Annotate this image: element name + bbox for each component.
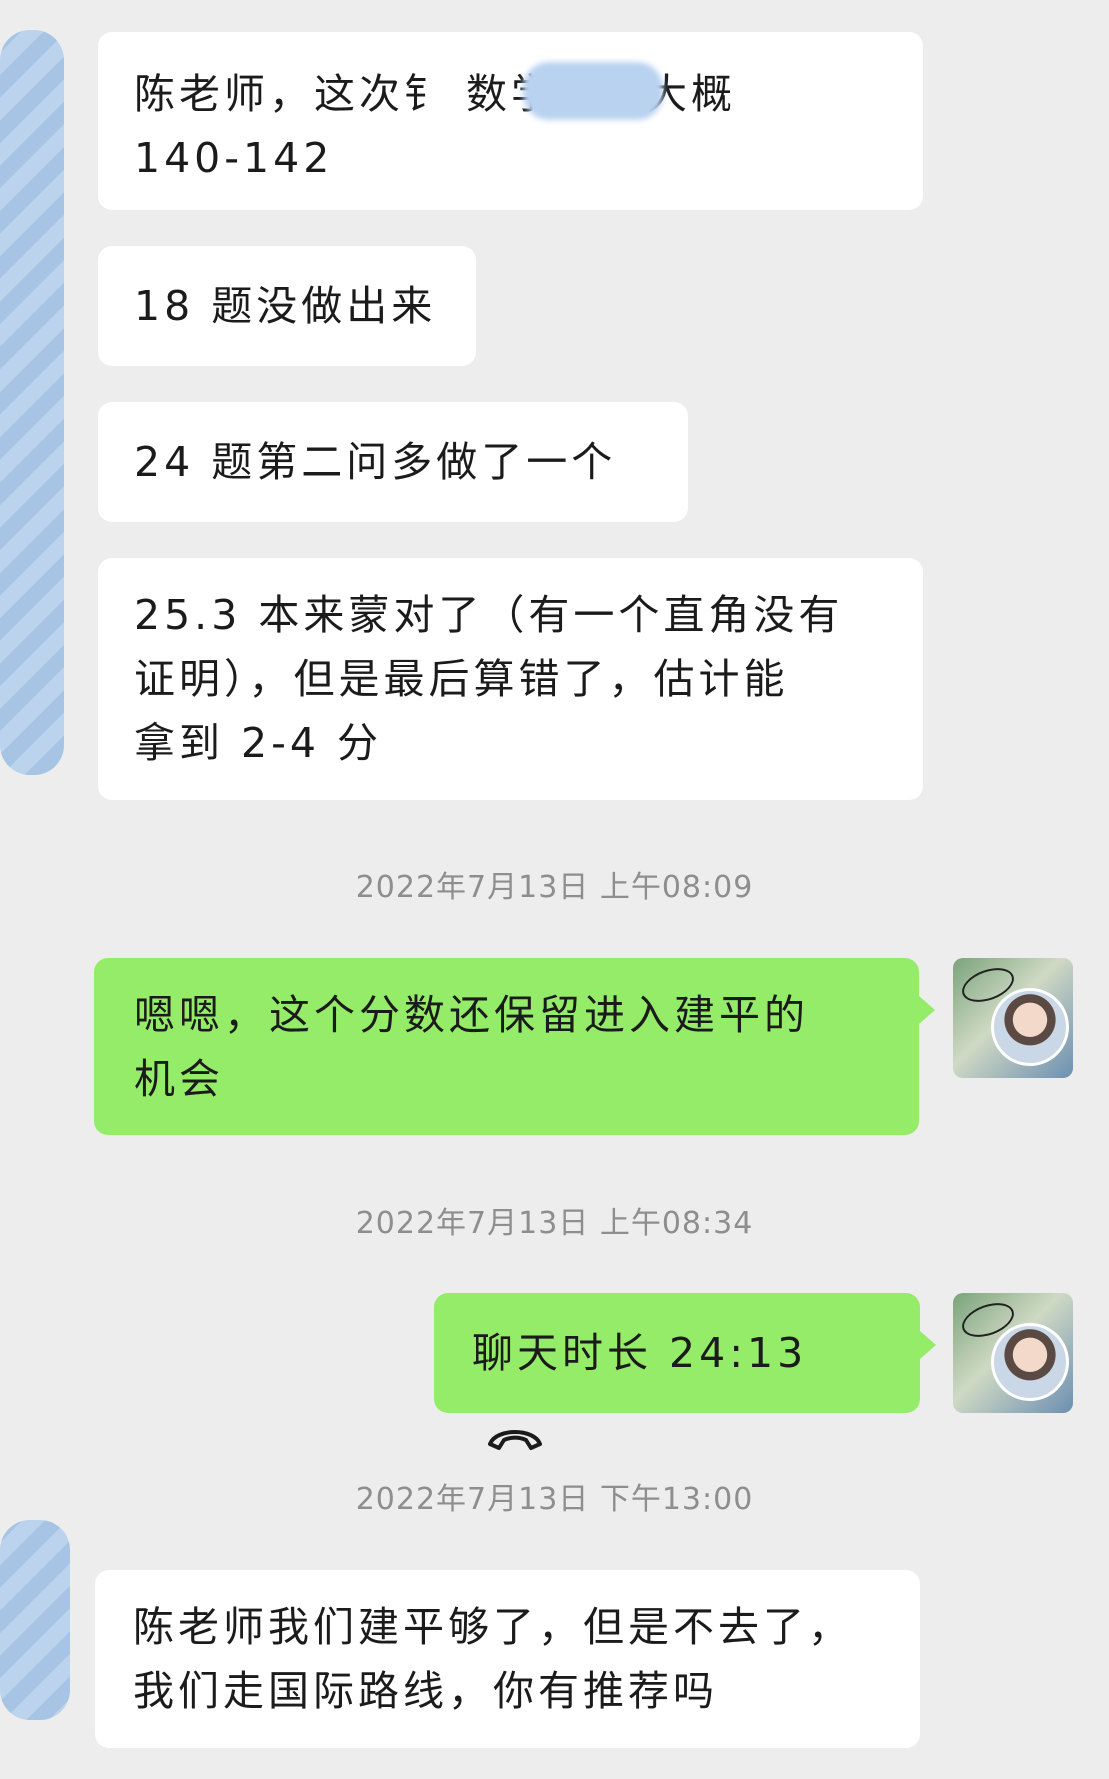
message-bubble-incoming[interactable]: 24 题第二问多做了一个 xyxy=(98,402,688,522)
phone-hangup-icon xyxy=(486,1404,544,1450)
redaction-mask xyxy=(523,62,663,120)
avatar-photo xyxy=(991,988,1069,1066)
message-bubble-incoming[interactable]: 陈老师我们建平够了，但是不去了， 我们走国际路线，你有推荐吗 xyxy=(95,1570,920,1748)
contact-avatar-blurred[interactable] xyxy=(0,1520,70,1720)
message-bubble-incoming[interactable]: 陈老师，这次钅 数学估分大概 140-142 xyxy=(98,32,923,210)
message-bubble-incoming[interactable]: 25.3 本来蒙对了（有一个直角没有 证明），但是最后算错了，估计能 拿到 2-… xyxy=(98,558,923,800)
call-duration-label: 聊天时长 24:13 xyxy=(472,1329,808,1377)
message-bubble-incoming[interactable]: 18 题没做出来 xyxy=(98,246,476,366)
timestamp: 2022年7月13日 下午13:00 xyxy=(355,1482,754,1517)
contact-avatar-blurred[interactable] xyxy=(0,30,64,775)
user-avatar[interactable] xyxy=(953,958,1073,1078)
call-record-bubble[interactable]: 聊天时长 24:13 xyxy=(434,1293,936,1450)
avatar-photo xyxy=(991,1323,1069,1401)
message-text: 陈老师我们建平够了，但是不去了， 我们走国际路线，你有推荐吗 xyxy=(133,1603,853,1715)
user-avatar[interactable] xyxy=(953,1293,1073,1413)
timestamp: 2022年7月13日 上午08:09 xyxy=(355,870,754,905)
message-text: 24 题第二问多做了一个 xyxy=(134,438,617,486)
message-text: 陈老师，这次钅 数学估分大概 140-142 xyxy=(134,70,732,182)
message-text: 25.3 本来蒙对了（有一个直角没有 证明），但是最后算错了，估计能 拿到 2-… xyxy=(134,591,844,767)
message-text: 18 题没做出来 xyxy=(134,282,437,330)
timestamp: 2022年7月13日 上午08:34 xyxy=(355,1206,754,1241)
message-text: 嗯嗯，这个分数还保留进入建平的 机会 xyxy=(134,991,809,1103)
message-bubble-outgoing[interactable]: 嗯嗯，这个分数还保留进入建平的 机会 xyxy=(94,958,935,1135)
